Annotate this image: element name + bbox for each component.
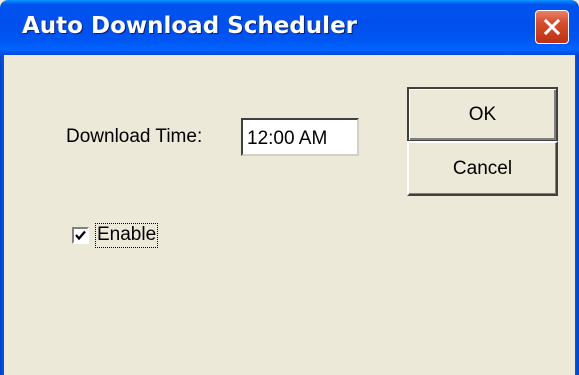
enable-checkbox[interactable] [72,227,89,244]
cancel-button-label: Cancel [452,157,513,179]
dialog-window: Auto Download Scheduler Download Time: O… [0,0,579,375]
close-button[interactable] [535,10,569,44]
download-time-field[interactable] [241,118,359,156]
enable-label-focus[interactable]: Enable [95,223,159,248]
close-icon [542,17,562,37]
download-time-label: Download Time: [66,126,203,147]
window-frame-left [0,55,4,375]
window-title: Auto Download Scheduler [22,13,358,39]
window-frame-right [575,55,579,375]
ok-button[interactable]: OK [407,87,558,142]
ok-button-label: OK [468,103,497,125]
enable-label: Enable [97,224,157,245]
cancel-button[interactable]: Cancel [407,141,558,196]
title-bar[interactable]: Auto Download Scheduler [0,0,579,55]
